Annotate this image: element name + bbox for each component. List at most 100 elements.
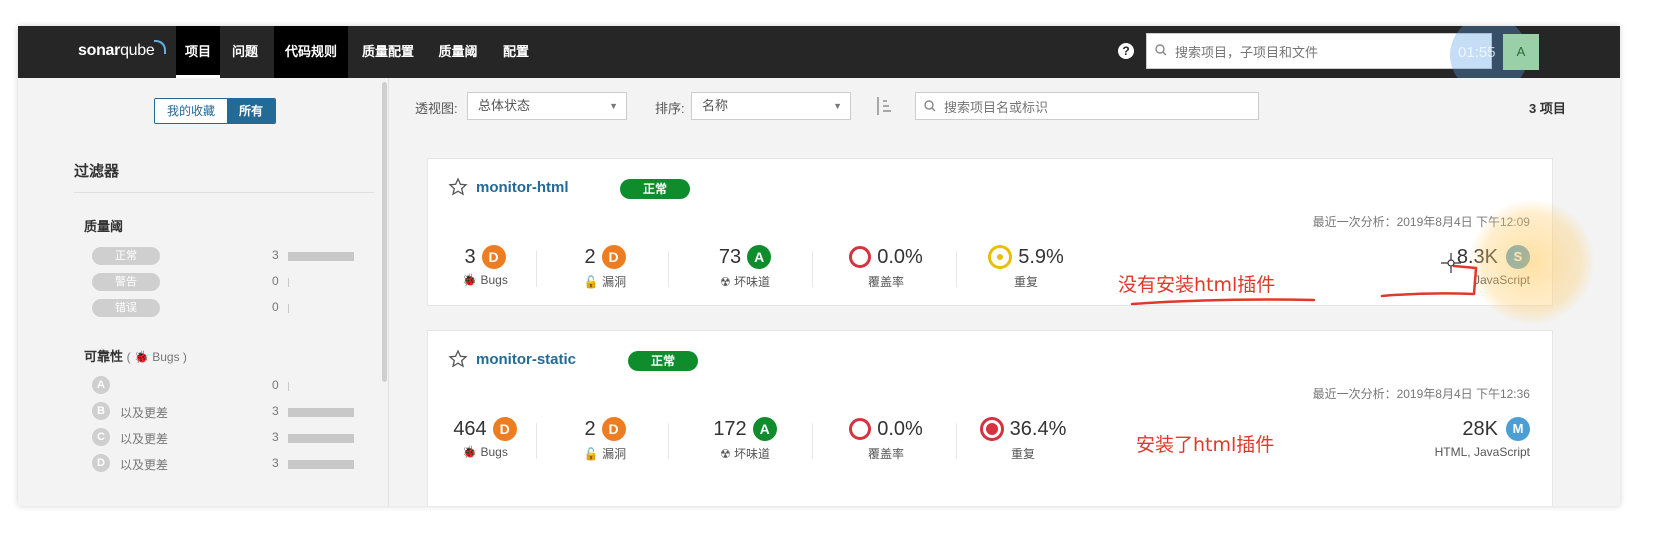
size-rating-icon: M — [1506, 417, 1530, 441]
facet-count: 3 — [272, 456, 279, 470]
bugs-value: 464 — [453, 417, 487, 440]
facet-bar — [288, 408, 354, 417]
duplication-value: 36.4% — [1009, 417, 1067, 440]
bugs-value: 3 — [464, 245, 476, 268]
annotation-bracket — [1380, 264, 1478, 298]
sonarqube-logo[interactable]: sonarqube — [78, 40, 167, 60]
last-analysis: 最近一次分析：2019年8月4日 下午12:36 — [1312, 387, 1530, 401]
smells-label: 坏味道 — [734, 275, 771, 289]
global-search[interactable] — [1146, 33, 1492, 69]
toggle-favorites[interactable]: 我的收藏 — [155, 99, 228, 123]
facet-row-error[interactable]: 错误 0 — [92, 298, 362, 318]
star-icon[interactable] — [448, 349, 468, 369]
project-count: 3 项目 — [1529, 101, 1566, 116]
coverage-measure[interactable]: 0.0% 覆盖率 — [836, 415, 936, 465]
help-icon[interactable]: ? — [1118, 43, 1134, 59]
duplications-measure[interactable]: 36.4% 重复 — [968, 415, 1078, 465]
sidebar-scrollbar[interactable] — [382, 82, 387, 382]
reliability-row-c[interactable]: C 以及更差 3 — [92, 428, 362, 448]
sort-label: 排序: — [655, 101, 685, 116]
code-smells-measure[interactable]: 73 A ☢ 坏味道 — [700, 243, 790, 293]
measure-separator — [956, 251, 957, 287]
nav-administration[interactable]: 配置 — [494, 26, 538, 78]
facet-row-passed[interactable]: 正常 3 — [92, 246, 362, 266]
overlay-timestamp: 01:55 — [1458, 44, 1496, 61]
bugs-label: Bugs — [480, 445, 508, 459]
quality-gate-badge: 正常 — [620, 179, 690, 199]
duplication-label: 重复 — [1010, 447, 1035, 461]
nav-rules[interactable]: 代码规则 — [274, 26, 348, 78]
bug-icon: 🐞 — [462, 273, 478, 287]
reliability-row-a[interactable]: A 0 — [92, 376, 362, 396]
reliability-row-d[interactable]: D 以及更差 3 — [92, 454, 362, 474]
facet-bar — [288, 304, 289, 313]
quality-gate-facet-title[interactable]: 质量阈 — [84, 216, 123, 235]
rating-label: 以及更差 — [120, 406, 169, 420]
coverage-value: 0.0% — [877, 245, 923, 268]
facet-bar — [288, 434, 354, 443]
gate-pill-passed: 正常 — [92, 247, 160, 265]
duplications-measure[interactable]: 5.9% 重复 — [976, 243, 1076, 293]
project-search[interactable] — [915, 92, 1259, 120]
duplication-label: 重复 — [1013, 275, 1038, 289]
vulns-value: 2 — [584, 245, 596, 268]
smells-value: 73 — [718, 245, 742, 268]
rating-badge-d: D — [92, 454, 110, 472]
coverage-value: 0.0% — [877, 417, 923, 440]
logo-text-rest: qube — [120, 42, 155, 59]
sort-select[interactable]: 名称 ▼ — [691, 92, 851, 120]
measure-separator — [668, 423, 669, 459]
reliability-row-b[interactable]: B 以及更差 3 — [92, 402, 362, 422]
rating-badge: A — [747, 245, 772, 269]
global-search-input[interactable] — [1173, 40, 1477, 64]
perspective-select[interactable]: 总体状态 ▼ — [467, 92, 627, 120]
gate-pill-error: 错误 — [92, 299, 160, 317]
quality-gate-badge: 正常 — [628, 351, 698, 371]
bugs-measure[interactable]: 3D 🐞 Bugs — [450, 243, 520, 293]
facet-bar — [288, 252, 354, 261]
bugs-measure[interactable]: 464 D 🐞 Bugs — [442, 415, 528, 465]
code-smells-measure[interactable]: 172 A ☢ 坏味道 — [700, 415, 790, 465]
cursor-highlight-overlay — [1470, 200, 1594, 324]
rating-badge-c: C — [92, 428, 110, 446]
rating-badge: A — [752, 417, 777, 441]
nav-quality-profiles[interactable]: 质量配置 — [354, 26, 422, 78]
coverage-measure[interactable]: 0.0% 覆盖率 — [836, 243, 936, 293]
facet-count: 0 — [272, 300, 279, 314]
top-navbar: sonarqube 项目 问题 代码规则 质量配置 质量阈 配置 ? 01:55… — [18, 26, 1620, 94]
toggle-all[interactable]: 所有 — [227, 99, 276, 123]
annotation-underline — [1130, 298, 1316, 306]
facet-bar — [288, 278, 289, 287]
rating-badge-b: B — [92, 402, 110, 420]
star-icon[interactable] — [448, 177, 468, 197]
nav-projects[interactable]: 项目 — [176, 26, 220, 78]
sort-order-icon[interactable] — [875, 96, 893, 116]
smells-label: 坏味道 — [734, 447, 771, 461]
project-name-link[interactable]: monitor-static — [476, 351, 576, 368]
project-name-link[interactable]: monitor-html — [476, 179, 568, 196]
nav-issues[interactable]: 问题 — [223, 26, 267, 78]
user-avatar[interactable]: A — [1503, 34, 1539, 70]
size-measure[interactable]: 28K M HTML, JavaScript — [1435, 415, 1530, 459]
annotation-html-plugin-installed: 安装了html插件 — [1136, 434, 1275, 456]
nav-quality-gates[interactable]: 质量阈 — [430, 26, 486, 78]
vulns-label: 漏洞 — [602, 447, 627, 461]
bugs-label: Bugs — [480, 273, 508, 287]
coverage-label: 覆盖率 — [867, 447, 904, 461]
chevron-down-icon: ▼ — [609, 101, 618, 111]
reliability-facet-title[interactable]: 可靠性 ( 🐞 Bugs ) — [84, 346, 187, 365]
vulnerabilities-measure[interactable]: 2D 🔓 漏洞 — [570, 415, 640, 465]
coverage-donut-icon — [849, 246, 872, 268]
project-search-input[interactable] — [942, 96, 1246, 118]
filters-sidebar: 我的收藏 所有 过滤器 质量阈 正常 3 警告 0 错误 0 可靠性 ( 🐞 B… — [18, 78, 389, 506]
rating-label: 以及更差 — [120, 458, 169, 472]
coverage-donut-icon — [849, 418, 872, 440]
duplication-value: 5.9% — [1018, 245, 1064, 268]
rating-badge: D — [492, 417, 517, 441]
vulnerabilities-measure[interactable]: 2D 🔓 漏洞 — [570, 243, 640, 293]
facet-row-warning[interactable]: 警告 0 — [92, 272, 362, 292]
rating-badge: D — [601, 245, 626, 269]
rating-badge-a: A — [92, 376, 110, 394]
gate-pill-warning: 警告 — [92, 273, 160, 291]
lock-icon: 🔓 — [583, 275, 599, 289]
